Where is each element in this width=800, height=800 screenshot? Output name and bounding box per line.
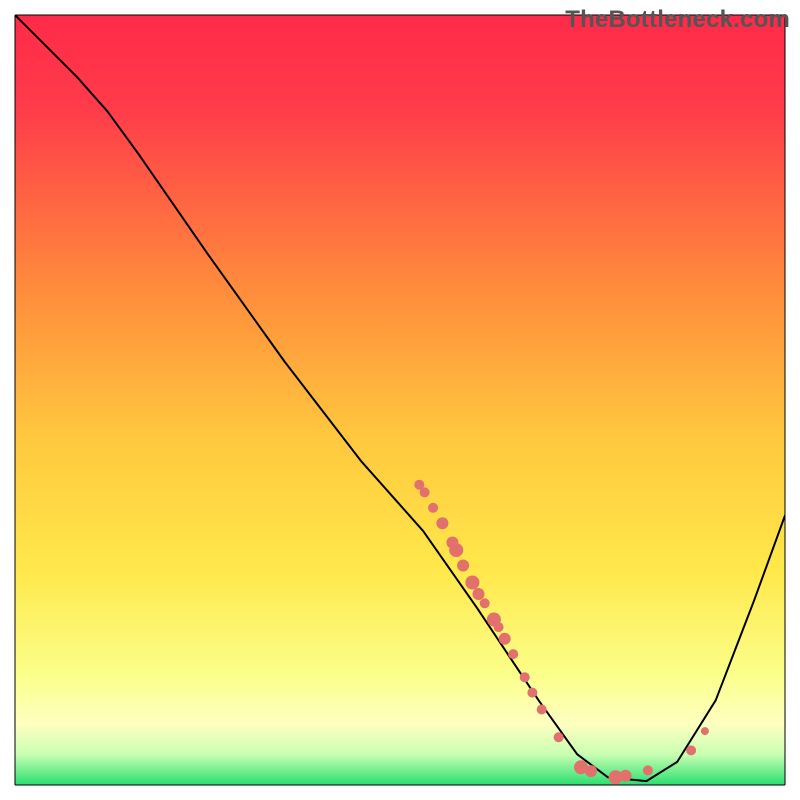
plot-background (15, 15, 785, 785)
data-marker (701, 727, 709, 735)
data-marker (686, 745, 696, 755)
chart-container: TheBottleneck.com (0, 0, 800, 800)
data-marker (508, 649, 518, 659)
data-marker (457, 560, 469, 572)
data-marker (465, 576, 479, 590)
data-marker (473, 588, 485, 600)
data-marker (420, 487, 430, 497)
data-marker (527, 688, 537, 698)
data-marker (585, 765, 597, 777)
watermark-text: TheBottleneck.com (565, 6, 790, 34)
data-marker (643, 765, 653, 775)
chart-svg (0, 0, 800, 800)
data-marker (620, 770, 632, 782)
data-marker (428, 503, 438, 513)
data-marker (480, 598, 490, 608)
data-marker (494, 622, 504, 632)
data-marker (520, 672, 530, 682)
data-marker (499, 633, 511, 645)
data-marker (449, 543, 463, 557)
data-marker (537, 705, 547, 715)
data-marker (554, 732, 564, 742)
data-marker (436, 517, 448, 529)
